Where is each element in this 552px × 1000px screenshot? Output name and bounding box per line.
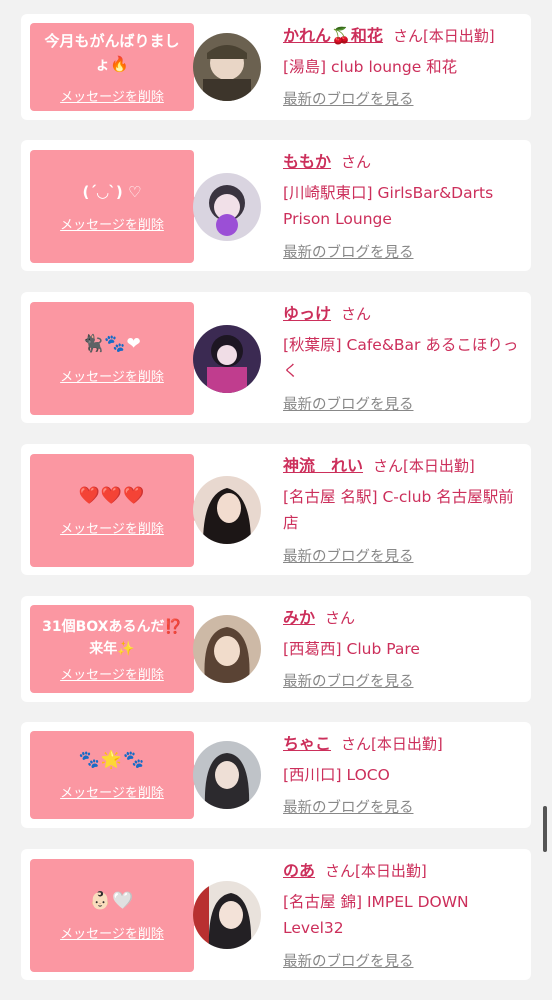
delete-message-link[interactable]: メッセージを削除 <box>60 782 164 801</box>
message-text: 今月もがんばりましょ🔥 <box>44 31 180 73</box>
list-item: 👶🏻🤍 メッセージを削除 のあ さん[本日出勤] [名古屋 錦] IMPEL DO… <box>21 849 531 980</box>
message-bubble: ❤️❤️❤️ メッセージを削除 <box>30 454 204 567</box>
delete-message-link[interactable]: メッセージを削除 <box>60 518 164 537</box>
delete-message-link[interactable]: メッセージを削除 <box>60 923 164 942</box>
cast-name-link[interactable]: のあ <box>283 861 315 880</box>
shop-name: [秋葉原] Cafe&Bar あるこほりっく <box>283 336 519 380</box>
honorific: さん <box>373 457 404 475</box>
shop-name: [名古屋 錦] IMPEL DOWN Level32 <box>283 893 469 937</box>
message-bubble: 🐾🌟🐾 メッセージを削除 <box>30 731 204 819</box>
list-item: 🐾🌟🐾 メッセージを削除 ちゃこ さん[本日出勤] [西川口] LOCO 最新のブ… <box>21 722 531 828</box>
blog-link[interactable]: 最新のブログを見る <box>283 545 414 566</box>
cast-info: ちゃこ さん[本日出勤] [西川口] LOCO 最新のブログを見る <box>283 732 525 817</box>
status-badge: [本日出勤] <box>422 27 495 45</box>
honorific: さん <box>341 735 372 753</box>
delete-message-link[interactable]: メッセージを削除 <box>60 86 164 105</box>
message-list: 今月もがんばりましょ🔥 メッセージを削除 かれん🍒和花 さん[本日出勤] [湯島]… <box>0 0 552 1000</box>
honorific: さん <box>325 862 356 880</box>
message-bubble: (ˊ◡ˋ) ♡ メッセージを削除 <box>30 150 204 263</box>
avatar[interactable] <box>193 881 261 949</box>
status-badge: [本日出勤] <box>355 862 427 880</box>
shop-name: [西川口] LOCO <box>283 766 390 784</box>
message-text: 31個BOXあるんだ⁉️来年✨ <box>42 618 182 657</box>
status-badge: [本日出勤] <box>403 457 475 475</box>
shop-name: [名古屋 名駅] C-club 名古屋駅前店 <box>283 488 514 532</box>
message-text: ❤️❤️❤️ <box>78 485 146 506</box>
message-text: (ˊ◡ˋ) ♡ <box>82 182 142 201</box>
honorific: さん <box>392 27 423 45</box>
cast-info: ももか さん [川崎駅東口] GirlsBar&Darts Prison Loun… <box>283 150 525 262</box>
blog-link[interactable]: 最新のブログを見る <box>283 950 414 971</box>
avatar[interactable] <box>193 476 261 544</box>
message-bubble: 31個BOXあるんだ⁉️来年✨ メッセージを削除 <box>30 605 204 693</box>
shop-name: [湯島] club lounge 和花 <box>283 58 458 76</box>
delete-message-link[interactable]: メッセージを削除 <box>60 214 164 233</box>
list-item: (ˊ◡ˋ) ♡ メッセージを削除 ももか さん [川崎駅東口] GirlsBar&… <box>21 140 531 271</box>
message-bubble: 👶🏻🤍 メッセージを削除 <box>30 859 204 972</box>
list-item: ❤️❤️❤️ メッセージを削除 神流 れい さん[本日出勤] [名古屋 名駅] C… <box>21 444 531 575</box>
cast-name-link[interactable]: ちゃこ <box>283 734 331 753</box>
message-bubble: 今月もがんばりましょ🔥 メッセージを削除 <box>30 23 204 111</box>
message-text: 🐾🌟🐾 <box>78 750 146 770</box>
shop-name: [川崎駅東口] GirlsBar&Darts Prison Lounge <box>283 184 494 228</box>
delete-message-link[interactable]: メッセージを削除 <box>60 366 164 385</box>
list-item: 31個BOXあるんだ⁉️来年✨ メッセージを削除 みか さん [西葛西] Club… <box>21 596 531 702</box>
avatar[interactable] <box>193 615 261 683</box>
cast-name-link[interactable]: みか <box>283 608 315 627</box>
avatar[interactable] <box>193 325 261 393</box>
avatar[interactable] <box>193 173 261 241</box>
cast-name-link[interactable]: ももか <box>283 152 331 171</box>
cast-info: かれん🍒和花 さん[本日出勤] [湯島] club lounge 和花 最新のブロ… <box>283 24 525 109</box>
status-badge: [本日出勤] <box>371 735 443 753</box>
blog-link[interactable]: 最新のブログを見る <box>283 88 414 109</box>
cast-name-link[interactable]: 神流 れい <box>283 456 363 475</box>
delete-message-link[interactable]: メッセージを削除 <box>60 664 164 683</box>
blog-link[interactable]: 最新のブログを見る <box>283 393 414 414</box>
shop-name: [西葛西] Club Pare <box>283 640 420 658</box>
cast-info: のあ さん[本日出勤] [名古屋 錦] IMPEL DOWN Level32 最新… <box>283 859 525 971</box>
honorific: さん <box>341 153 372 171</box>
blog-link[interactable]: 最新のブログを見る <box>283 241 414 262</box>
avatar[interactable] <box>193 741 261 809</box>
honorific: さん <box>341 305 372 323</box>
cast-name-link[interactable]: ゆっけ <box>283 304 331 323</box>
list-item: 🐈‍⬛🐾❤ メッセージを削除 ゆっけ さん [秋葉原] Cafe&Bar あるこほ… <box>21 292 531 423</box>
honorific: さん <box>325 609 356 627</box>
cast-name-link[interactable]: かれん🍒和花 <box>283 26 383 45</box>
list-item: 今月もがんばりましょ🔥 メッセージを削除 かれん🍒和花 さん[本日出勤] [湯島]… <box>21 14 531 120</box>
avatar[interactable] <box>193 33 261 101</box>
message-bubble: 🐈‍⬛🐾❤ メッセージを削除 <box>30 302 204 415</box>
blog-link[interactable]: 最新のブログを見る <box>283 670 414 691</box>
scrollbar[interactable] <box>543 806 547 852</box>
blog-link[interactable]: 最新のブログを見る <box>283 796 414 817</box>
message-text: 🐈‍⬛🐾❤ <box>82 333 142 354</box>
cast-info: 神流 れい さん[本日出勤] [名古屋 名駅] C-club 名古屋駅前店 最新の… <box>283 454 525 566</box>
cast-info: みか さん [西葛西] Club Pare 最新のブログを見る <box>283 606 525 691</box>
cast-info: ゆっけ さん [秋葉原] Cafe&Bar あるこほりっく 最新のブログを見る <box>283 302 525 414</box>
message-text: 👶🏻🤍 <box>89 890 135 911</box>
